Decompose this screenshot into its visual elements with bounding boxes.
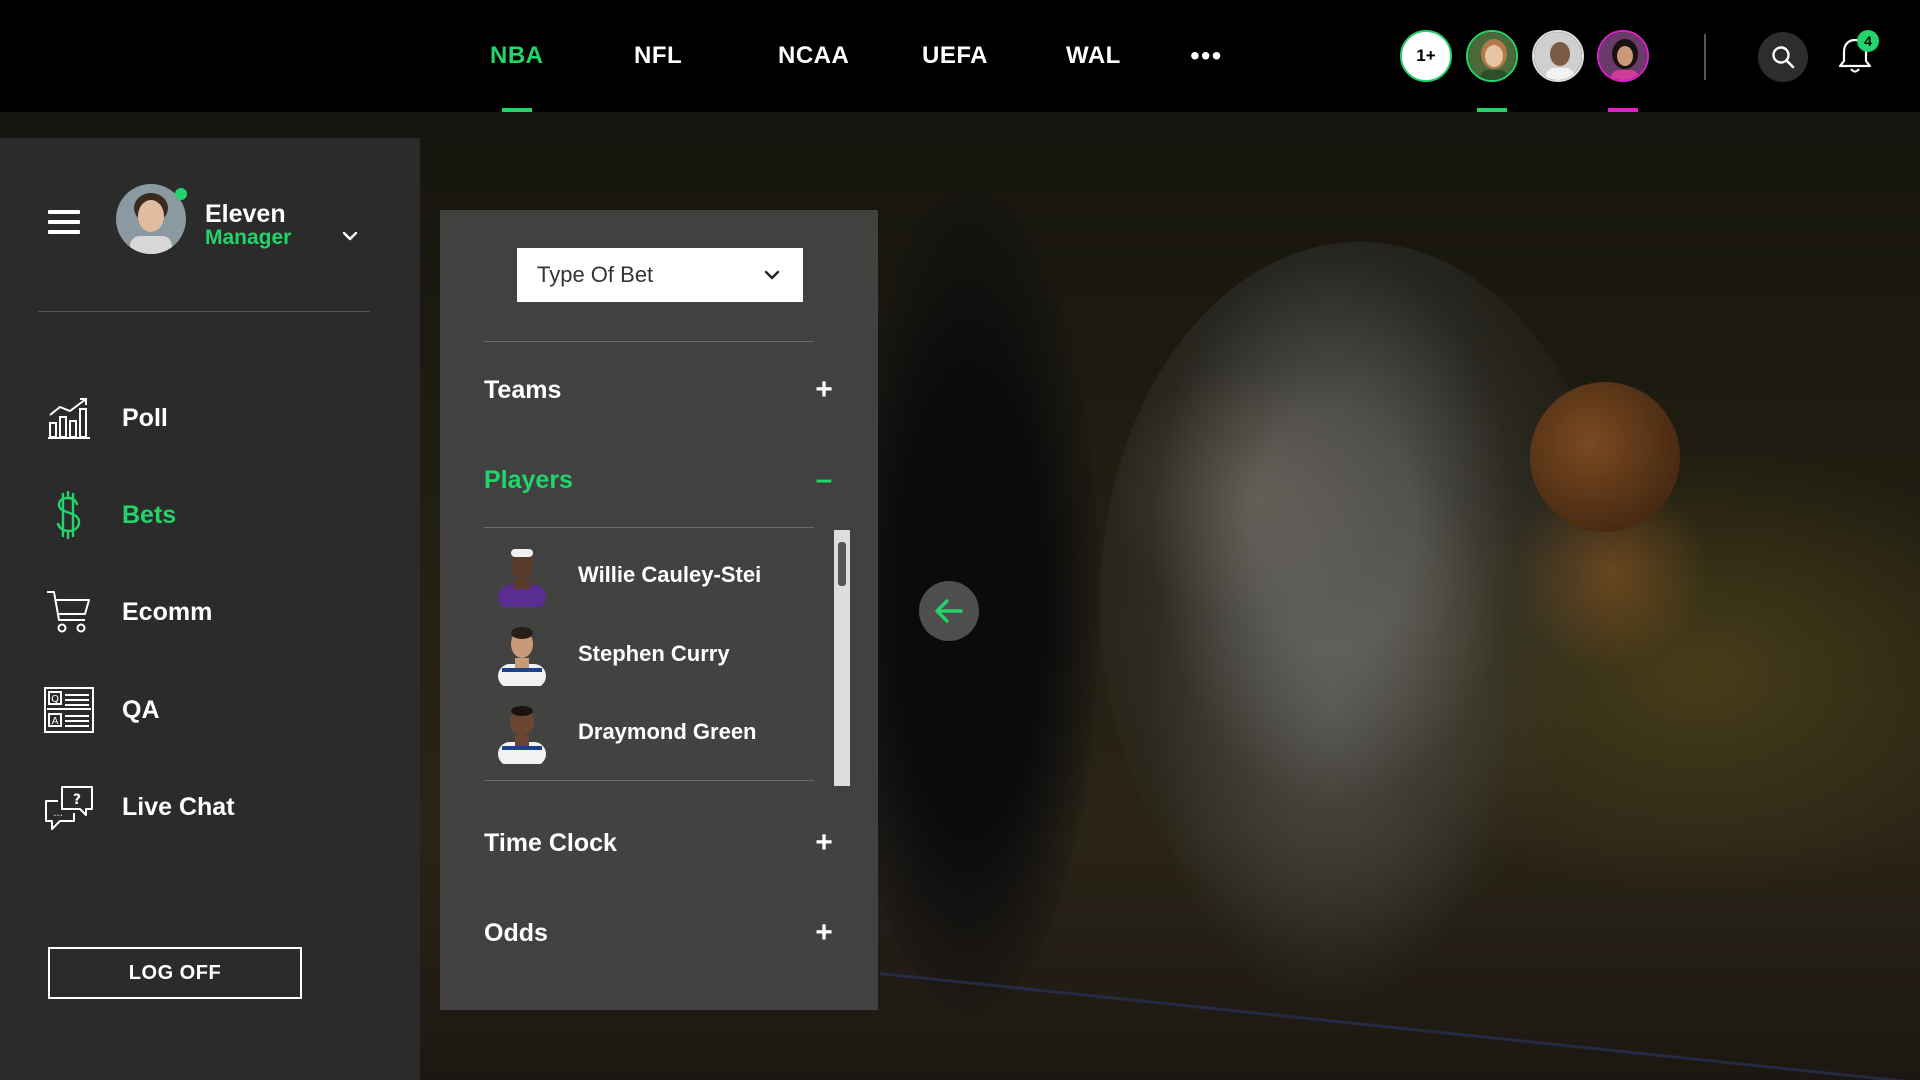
cart-icon [44, 587, 94, 637]
sidebar-item-label: Poll [122, 403, 168, 432]
log-off-button[interactable]: LOG OFF [48, 947, 302, 999]
user-name: Eleven [205, 200, 286, 228]
plus-icon: + [815, 916, 833, 949]
player-name: Willie Cauley-Stei [578, 562, 762, 587]
sidebar-item-bets[interactable]: Bets [44, 487, 374, 543]
top-navigation: NBA NFL NCAA UEFA WAL ••• 1+ 4 [0, 0, 1920, 112]
svg-text:?: ? [73, 792, 81, 808]
user-role: Manager [205, 226, 292, 249]
minus-icon: – [815, 463, 833, 496]
avatar-woman-icon [1468, 32, 1516, 80]
scrollbar-thumb[interactable] [838, 542, 846, 586]
panel-divider [484, 780, 814, 781]
search-icon [1772, 46, 1795, 69]
tab-nba[interactable]: NBA [490, 42, 544, 70]
panel-divider [484, 527, 814, 528]
background-player-white [1100, 242, 1620, 962]
participant-avatar-1[interactable] [1466, 30, 1518, 82]
participant-avatar-2[interactable] [1532, 30, 1584, 82]
profile-dropdown-chevron-icon[interactable] [340, 226, 360, 246]
players-list: Willie Cauley-Stei Stephen Curry Draymon… [484, 540, 824, 790]
svg-text:...: ... [53, 808, 63, 819]
tab-active-underline [502, 108, 532, 112]
players-scrollbar[interactable] [834, 530, 850, 786]
sidebar-item-label: Ecomm [122, 597, 213, 626]
tab-wal[interactable]: WAL [1066, 42, 1121, 70]
tab-ncaa[interactable]: NCAA [778, 42, 849, 70]
bet-filter-panel: Type Of Bet Teams + Players – Willie Cau… [440, 210, 878, 1010]
sidebar-item-label: Live Chat [122, 792, 235, 821]
accordion-time-clock[interactable]: Time Clock + [484, 823, 836, 863]
notification-count-badge: 4 [1857, 30, 1879, 52]
collapse-panel-button[interactable] [919, 581, 979, 641]
list-item[interactable]: Willie Cauley-Stei [484, 540, 814, 610]
list-item[interactable]: Stephen Curry [484, 619, 814, 689]
tab-uefa[interactable]: UEFA [922, 42, 988, 70]
chevron-down-icon [764, 270, 780, 280]
sidebar-item-qa[interactable]: Q A QA [44, 682, 374, 738]
more-tabs-button[interactable]: ••• [1190, 40, 1222, 72]
background-basketball [1530, 382, 1680, 532]
court-line [879, 972, 1915, 1080]
svg-text:A: A [52, 716, 59, 727]
avatar-woman-icon [1599, 32, 1647, 80]
bet-type-select-value: Type Of Bet [537, 262, 654, 287]
accordion-players[interactable]: Players – [484, 460, 836, 500]
poll-chart-icon [44, 393, 94, 443]
sidebar-item-live-chat[interactable]: ? ... Live Chat [44, 779, 374, 835]
player-headshot [484, 622, 560, 686]
chat-icon: ? ... [44, 782, 94, 832]
avatar-man-icon [1534, 32, 1582, 80]
list-item[interactable]: Draymond Green [484, 697, 814, 767]
sidebar: Eleven Manager Poll Bets Ecomm Q A QA ? … [0, 138, 420, 1080]
plus-icon: + [815, 373, 833, 406]
nav-divider [1704, 34, 1706, 80]
sidebar-item-poll[interactable]: Poll [44, 390, 374, 446]
sidebar-item-label: Bets [122, 500, 177, 529]
accordion-label: Players [484, 465, 573, 494]
player-headshot [484, 700, 560, 764]
accordion-label: Teams [484, 375, 562, 404]
more-participants-badge[interactable]: 1+ [1400, 30, 1452, 82]
plus-icon: + [815, 826, 833, 859]
player-headshot [484, 543, 560, 607]
participant-indicator-magenta [1608, 108, 1638, 112]
search-button[interactable] [1758, 32, 1808, 82]
arrow-left-icon [935, 599, 963, 623]
svg-text:Q: Q [51, 694, 59, 705]
hamburger-menu-icon[interactable] [48, 210, 80, 234]
player-name: Draymond Green [578, 719, 757, 744]
player-name: Stephen Curry [578, 641, 730, 666]
dollar-icon [44, 490, 94, 540]
accordion-teams[interactable]: Teams + [484, 370, 836, 410]
sidebar-divider [38, 311, 370, 312]
accordion-label: Time Clock [484, 828, 617, 857]
tab-nfl[interactable]: NFL [634, 42, 682, 70]
panel-divider [484, 341, 814, 342]
sidebar-item-ecomm[interactable]: Ecomm [44, 584, 374, 640]
participant-indicator-green [1477, 108, 1507, 112]
bet-type-select[interactable]: Type Of Bet [517, 248, 803, 302]
online-status-dot [175, 188, 187, 200]
sidebar-item-label: QA [122, 695, 160, 724]
qa-icon: Q A [44, 685, 94, 735]
accordion-odds[interactable]: Odds + [484, 913, 836, 953]
accordion-label: Odds [484, 918, 548, 947]
participant-avatar-3[interactable] [1597, 30, 1649, 82]
